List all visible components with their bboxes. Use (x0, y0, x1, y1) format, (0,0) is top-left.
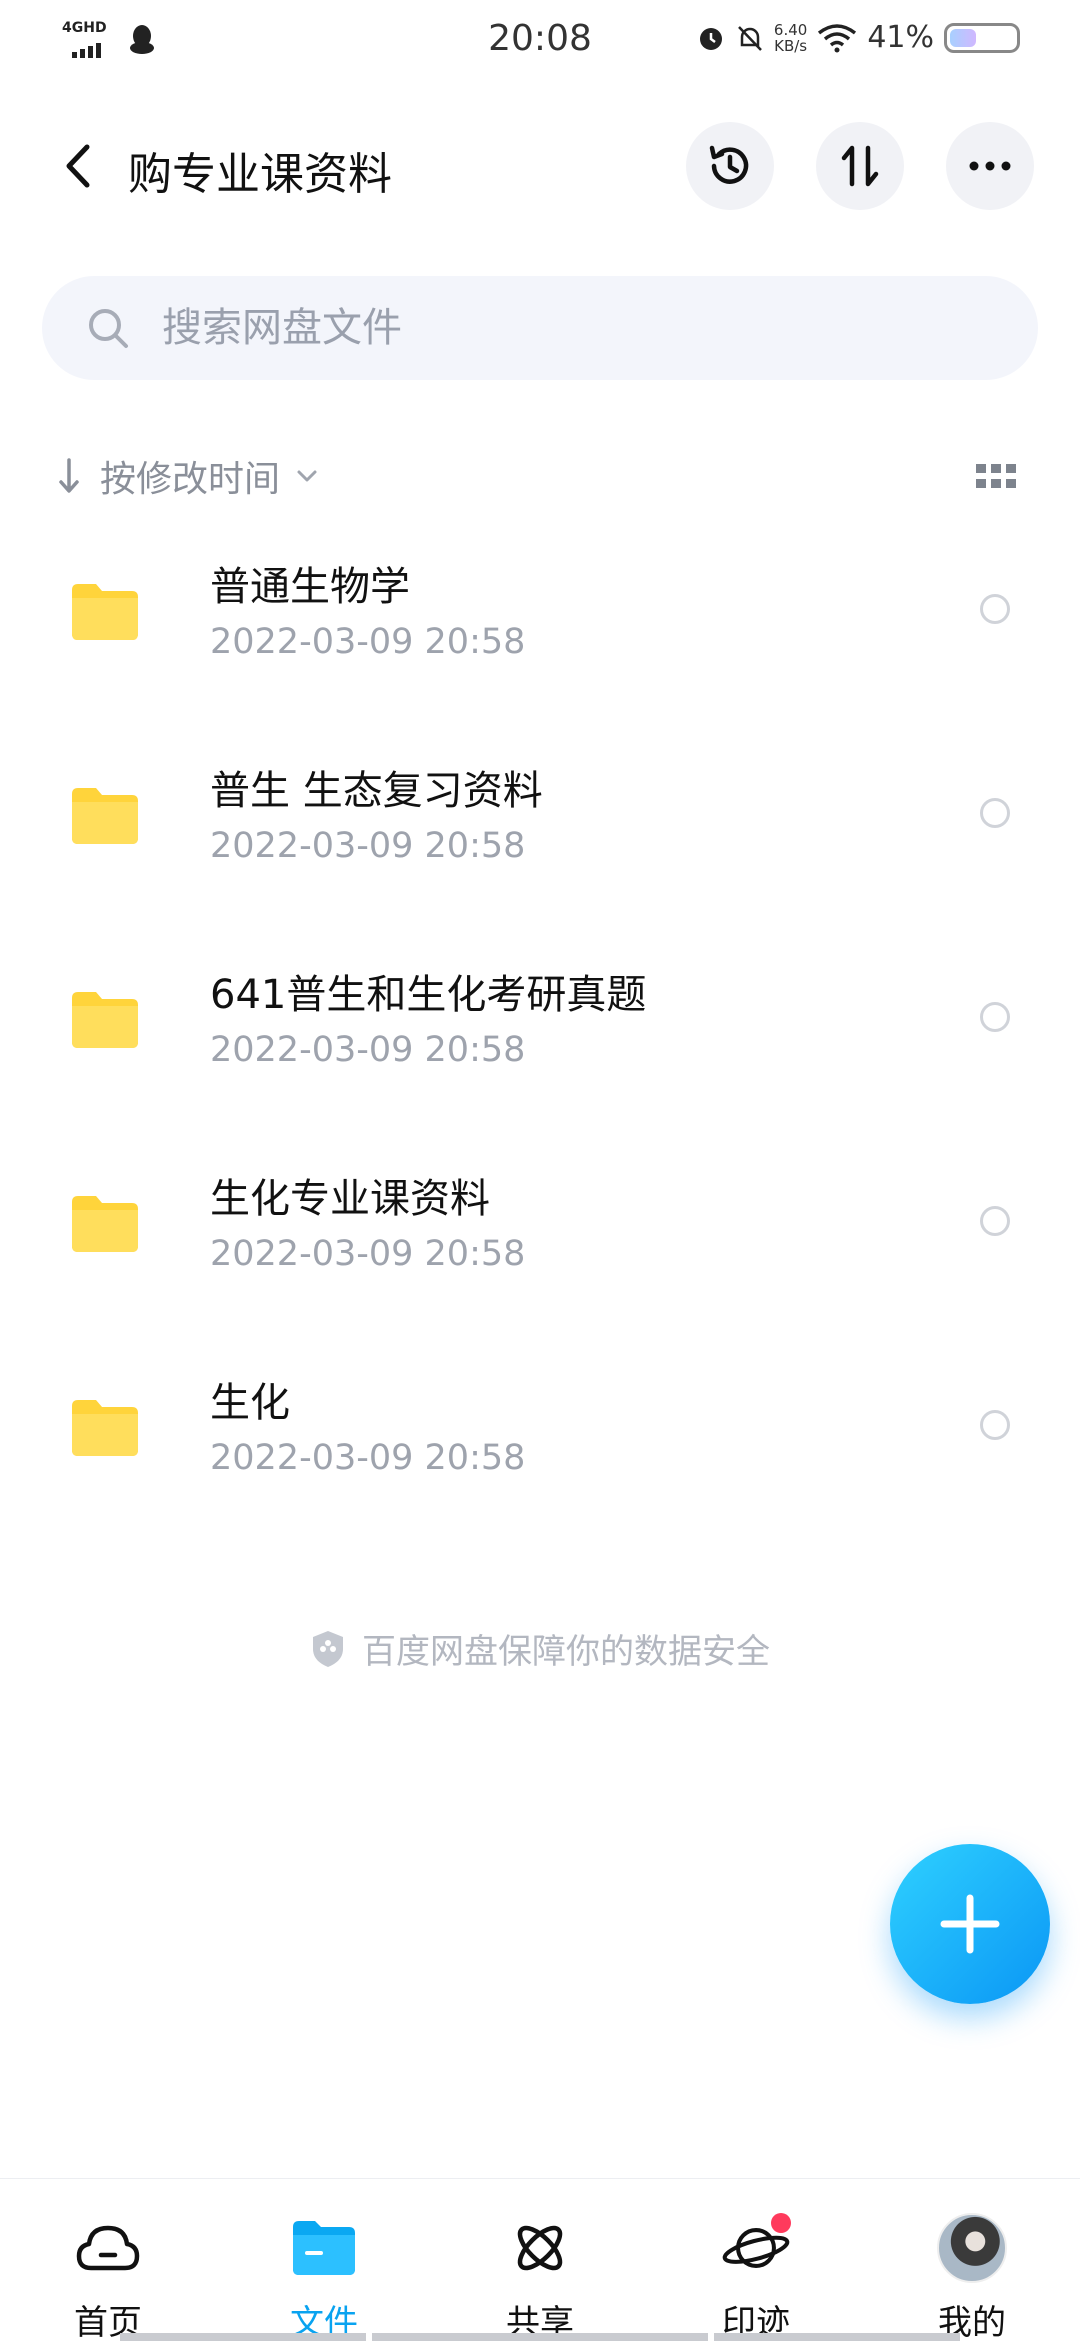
folder-icon (72, 1400, 138, 1456)
chevron-down-icon (297, 470, 317, 482)
file-date: 2022-03-09 20:58 (210, 826, 526, 866)
nav-share[interactable]: 共享 (432, 2179, 648, 2343)
select-radio[interactable] (980, 1410, 1010, 1440)
add-button[interactable] (890, 1844, 1050, 2004)
folder-icon (72, 1196, 138, 1252)
file-name: 641普生和生化考研真题 (210, 972, 647, 1018)
select-radio[interactable] (980, 798, 1010, 828)
share-atom-icon (505, 2213, 575, 2283)
sort-label: 按修改时间 (100, 459, 281, 500)
search-icon (89, 309, 128, 348)
file-date: 2022-03-09 20:58 (210, 1030, 526, 1070)
chevron-left-icon (66, 144, 90, 188)
select-radio[interactable] (980, 1206, 1010, 1236)
list-item[interactable]: 普通生物学 2022-03-09 20:58 (0, 524, 1080, 728)
plus-icon (940, 1894, 1000, 1954)
select-radio[interactable] (980, 1002, 1010, 1032)
planet-icon (721, 2213, 791, 2283)
file-name: 生化 (210, 1380, 290, 1426)
list-item[interactable]: 普生 生态复习资料 2022-03-09 20:58 (0, 728, 1080, 932)
folder-icon (72, 788, 138, 844)
avatar-container (937, 2213, 1007, 2283)
folder-icon (72, 992, 138, 1048)
header: 购专业课资料 (0, 112, 1080, 222)
shield-icon (313, 1630, 343, 1667)
file-list: 普通生物学 2022-03-09 20:58 普生 生态复习资料 2022-03… (0, 524, 1080, 1544)
transfer-button[interactable] (816, 122, 904, 210)
cloud-icon (73, 2213, 143, 2283)
back-button[interactable] (48, 136, 108, 196)
security-note-text: 百度网盘保障你的数据安全 (362, 1632, 770, 1672)
list-item[interactable]: 生化专业课资料 2022-03-09 20:58 (0, 1136, 1080, 1340)
search-bar[interactable] (42, 276, 1038, 380)
file-name: 普通生物学 (210, 564, 410, 610)
history-icon (709, 145, 749, 184)
nav-home[interactable]: 首页 (0, 2179, 216, 2343)
wifi-icon (818, 23, 857, 52)
history-button[interactable] (686, 122, 774, 210)
list-item[interactable]: 生化 2022-03-09 20:58 (0, 1340, 1080, 1544)
list-item[interactable]: 641普生和生化考研真题 2022-03-09 20:58 (0, 932, 1080, 1136)
transfer-arrows-icon (841, 145, 879, 187)
battery-percent: 41% (867, 20, 934, 55)
security-note: 百度网盘保障你的数据安全 (0, 1624, 1080, 1673)
battery-fill (950, 28, 976, 47)
folder-icon (289, 2213, 359, 2283)
file-name: 生化专业课资料 (210, 1176, 490, 1222)
file-date: 2022-03-09 20:58 (210, 1438, 526, 1478)
arrow-down-icon (59, 458, 79, 493)
alarm-icon (699, 27, 722, 50)
status-right: 6.40 KB/s 41% (696, 20, 1020, 55)
nav-files[interactable]: 文件 (216, 2179, 432, 2343)
file-date: 2022-03-09 20:58 (210, 622, 526, 662)
select-radio[interactable] (980, 594, 1010, 624)
notification-dot (771, 2213, 791, 2233)
network-speed: 6.40 KB/s (773, 20, 808, 55)
avatar (937, 2213, 1007, 2283)
nav-profile[interactable]: 我的 (864, 2179, 1080, 2343)
more-button[interactable] (946, 122, 1034, 210)
more-dots-icon (969, 161, 1011, 171)
page-title: 购专业课资料 (128, 149, 392, 200)
status-bar: 4GHD 20:08 6.40 KB/s 41% (0, 0, 1080, 84)
nav-footprint[interactable]: 印迹 (648, 2179, 864, 2343)
grid-view-icon[interactable] (976, 462, 1016, 490)
file-date: 2022-03-09 20:58 (210, 1234, 526, 1274)
bottom-nav: 首页 文件 共享 印迹 我的 (0, 2178, 1080, 2343)
file-name: 普生 生态复习资料 (210, 768, 543, 814)
battery-icon (944, 22, 1020, 53)
sort-selector[interactable]: 按修改时间 (56, 446, 318, 506)
search-input[interactable] (160, 304, 964, 352)
mute-bell-icon (738, 25, 762, 51)
folder-icon (72, 584, 138, 640)
